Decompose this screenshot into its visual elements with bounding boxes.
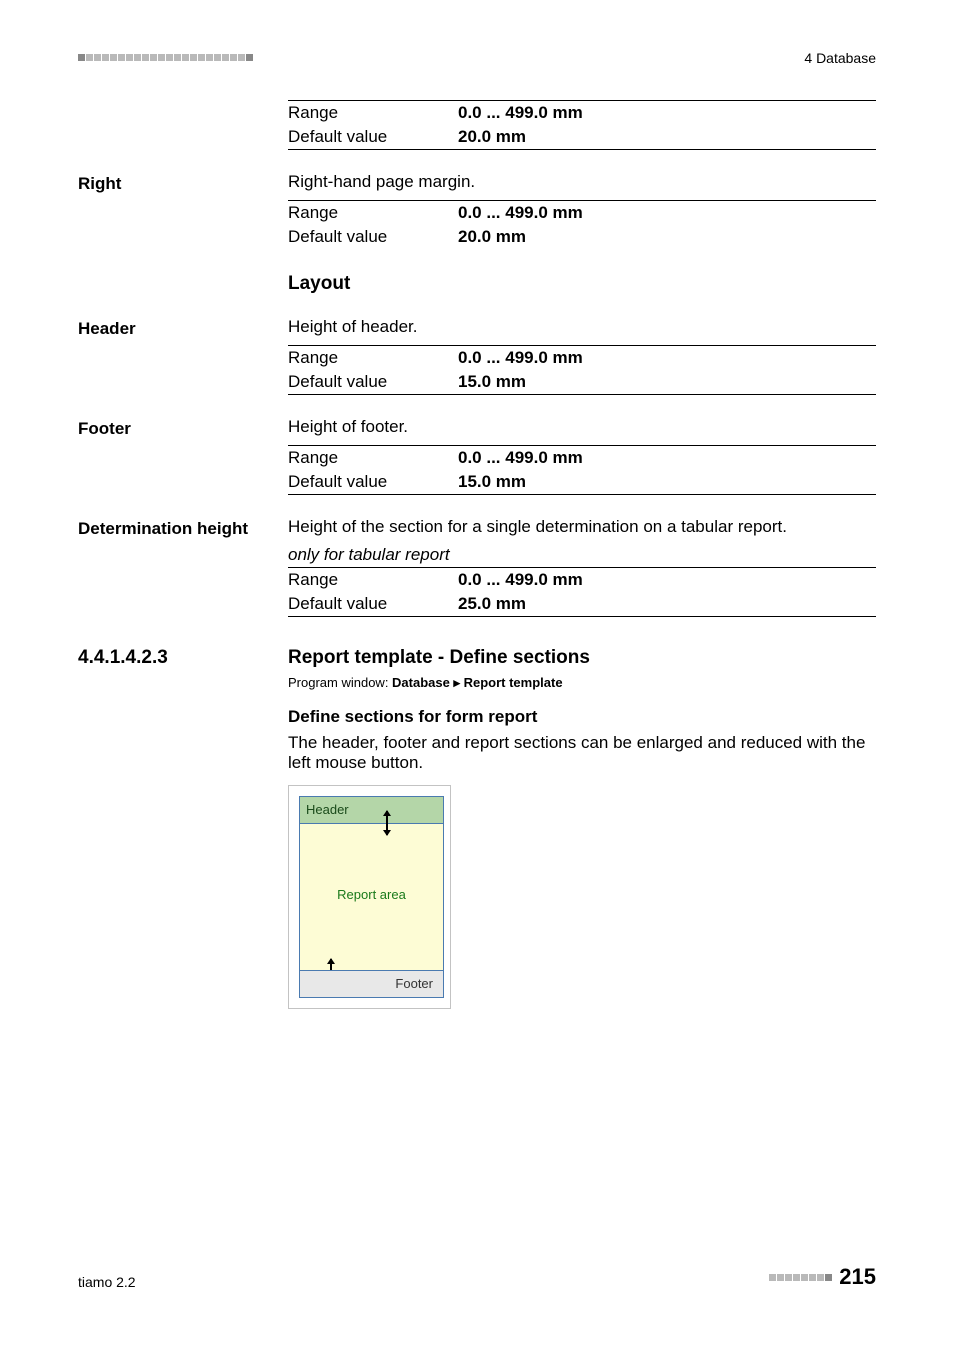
param-key: Range <box>288 570 458 590</box>
param-value: 20.0 mm <box>458 127 526 147</box>
diagram-body: Header Report area Footer <box>299 796 444 998</box>
param-row: Range0.0 ... 499.0 mm <box>288 200 876 225</box>
param-key: Default value <box>288 227 458 247</box>
page-number: 215 <box>839 1264 876 1290</box>
layout-heading: Layout <box>288 273 876 295</box>
diagram-report-region: Report area <box>300 887 443 902</box>
param-key: Range <box>288 103 458 123</box>
param-row: Default value15.0 mm <box>288 370 876 395</box>
section-title: Report template - Define sections <box>288 647 876 669</box>
param-desc: Height of header. <box>288 317 876 337</box>
footer-marker-bar: 215 <box>769 1264 876 1290</box>
param-desc: Height of footer. <box>288 417 876 437</box>
param-row: Default value15.0 mm <box>288 470 876 495</box>
resize-arrow-icon <box>386 811 388 835</box>
param-value: 15.0 mm <box>458 372 526 392</box>
param-row: Range0.0 ... 499.0 mm <box>288 568 876 592</box>
param-row: Default value25.0 mm <box>288 592 876 617</box>
param-value: 0.0 ... 499.0 mm <box>458 448 583 468</box>
subsection-heading: Define sections for form report <box>288 707 876 727</box>
program-window-prefix: Program window: <box>288 675 392 690</box>
param-label-determination: Determination height <box>78 517 288 539</box>
param-key: Default value <box>288 594 458 614</box>
param-key: Default value <box>288 372 458 392</box>
diagram-header-region: Header <box>300 797 443 824</box>
section-number: 4.4.1.4.2.3 <box>78 647 288 669</box>
param-row: Default value20.0 mm <box>288 125 876 150</box>
param-desc: Right-hand page margin. <box>288 172 876 192</box>
header-marker-bar <box>78 54 255 61</box>
param-label-header: Header <box>78 317 288 339</box>
param-value: 0.0 ... 499.0 mm <box>458 203 583 223</box>
param-value: 0.0 ... 499.0 mm <box>458 348 583 368</box>
param-desc: Height of the section for a single deter… <box>288 517 876 537</box>
diagram-footer-region: Footer <box>300 970 443 997</box>
param-row: Range0.0 ... 499.0 mm <box>288 445 876 470</box>
program-window-value: Database ▸ Report template <box>392 675 563 690</box>
param-row: Range0.0 ... 499.0 mm <box>288 100 876 125</box>
product-name: tiamo 2.2 <box>78 1274 136 1290</box>
param-key: Range <box>288 203 458 223</box>
param-key: Range <box>288 448 458 468</box>
subsection-desc: The header, footer and report sections c… <box>288 733 876 773</box>
param-value: 0.0 ... 499.0 mm <box>458 570 583 590</box>
param-value: 15.0 mm <box>458 472 526 492</box>
program-window-path: Program window: Database ▸ Report templa… <box>288 675 876 691</box>
param-label-right: Right <box>78 172 288 194</box>
param-key: Range <box>288 348 458 368</box>
param-key: Default value <box>288 127 458 147</box>
chapter-label: 4 Database <box>804 50 876 66</box>
param-value: 0.0 ... 499.0 mm <box>458 103 583 123</box>
param-row: Range0.0 ... 499.0 mm <box>288 345 876 370</box>
param-value: 20.0 mm <box>458 227 526 247</box>
param-key: Default value <box>288 472 458 492</box>
param-value: 25.0 mm <box>458 594 526 614</box>
sections-diagram: Header Report area Footer <box>288 785 451 1009</box>
param-row: Default value20.0 mm <box>288 225 876 249</box>
param-label-footer: Footer <box>78 417 288 439</box>
param-note: only for tabular report <box>288 545 876 568</box>
